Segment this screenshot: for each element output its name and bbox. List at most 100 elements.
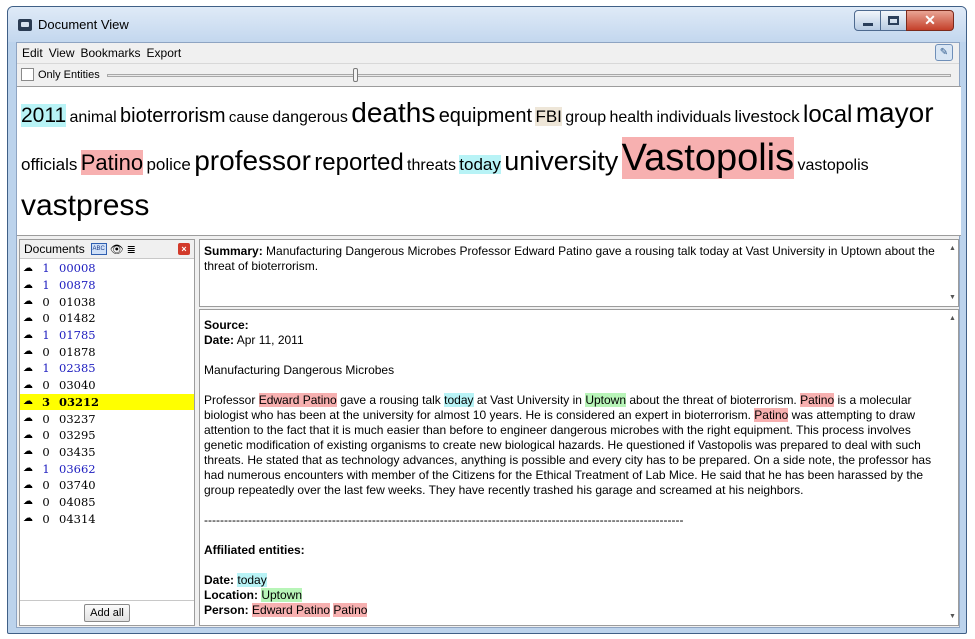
cloud-word[interactable]: deaths	[351, 97, 435, 128]
document-id: 03212	[59, 394, 100, 409]
cloud-word[interactable]: dangerous	[272, 109, 348, 126]
document-row[interactable]: ☁ 0 03295	[20, 427, 194, 444]
scroll-up-icon[interactable]: ▲	[948, 241, 957, 256]
cloud-word[interactable]: officials	[21, 155, 77, 174]
add-all-button[interactable]: Add all	[84, 604, 130, 622]
cloud-word[interactable]: bioterrorism	[120, 105, 226, 127]
close-button[interactable]: ✕	[906, 10, 954, 31]
scroll-down-icon[interactable]: ▼	[948, 609, 957, 624]
date-value: Apr 11, 2011	[236, 333, 304, 347]
aff-person-label: Person:	[204, 603, 249, 617]
cloud-word[interactable]: Patino	[80, 150, 144, 175]
entity-person[interactable]: Patino	[333, 603, 368, 617]
document-id: 01785	[59, 328, 96, 343]
bookmark-icon[interactable]: ✎	[935, 44, 953, 61]
close-icon[interactable]: ×	[178, 243, 190, 255]
entity-count: 1	[42, 328, 50, 343]
abc-sort-icon[interactable]: ABC	[90, 243, 107, 255]
cloud-word[interactable]: vastpress	[21, 189, 149, 222]
cloud-icon[interactable]: ☁	[23, 413, 37, 424]
entity-count: 0	[42, 378, 50, 393]
entity-date[interactable]: today	[237, 573, 267, 587]
document-row[interactable]: ☁ 1 03662	[20, 460, 194, 477]
cloud-icon[interactable]: ☁	[23, 430, 37, 441]
cloud-word[interactable]: cause	[229, 109, 269, 126]
document-row[interactable]: ☁ 0 01038	[20, 293, 194, 310]
cloud-word[interactable]: university	[504, 146, 618, 176]
eye-icon[interactable]: 👁	[110, 243, 124, 256]
cloud-word[interactable]: reported	[314, 149, 403, 176]
document-row[interactable]: ☁ 0 04085	[20, 494, 194, 511]
source-line: Source:	[204, 318, 944, 333]
cloud-word[interactable]: individuals	[656, 109, 731, 126]
entity-location[interactable]: Uptown	[585, 393, 627, 407]
menu-edit[interactable]: Edit	[22, 46, 43, 60]
scroll-down-icon[interactable]: ▼	[948, 290, 957, 305]
document-row[interactable]: ☁ 0 03740	[20, 477, 194, 494]
cloud-icon[interactable]: ☁	[23, 263, 37, 274]
cloud-word[interactable]: professor	[194, 145, 311, 176]
cloud-icon[interactable]: ☁	[23, 363, 37, 374]
cloud-icon[interactable]: ☁	[23, 480, 37, 491]
document-row[interactable]: ☁ 1 01785	[20, 327, 194, 344]
cloud-word[interactable]: Vastopolis	[621, 137, 795, 179]
document-row[interactable]: ☁ 3 03212	[20, 393, 194, 411]
cloud-icon[interactable]: ☁	[23, 313, 37, 324]
cloud-icon[interactable]: ☁	[23, 496, 37, 507]
document-row[interactable]: ☁ 1 00008	[20, 260, 194, 277]
window-content: Edit View Bookmarks Export ✎ Only Entiti…	[16, 42, 961, 628]
document-row[interactable]: ☁ 0 04314	[20, 510, 194, 527]
title-bar[interactable]: Document View ✕	[8, 7, 966, 42]
cloud-icon[interactable]: ☁	[23, 396, 37, 407]
cloud-word[interactable]: livestock	[735, 107, 800, 126]
cloud-word[interactable]: mayor	[856, 97, 934, 128]
cloud-word[interactable]: 2011	[21, 104, 67, 127]
slider-thumb[interactable]	[353, 68, 358, 82]
document-row[interactable]: ☁ 0 03040	[20, 377, 194, 394]
entity-location[interactable]: Uptown	[261, 588, 303, 602]
cloud-word[interactable]: vastopolis	[797, 157, 868, 174]
cloud-word[interactable]: threats	[407, 157, 456, 174]
cloud-icon[interactable]: ☁	[23, 296, 37, 307]
cloud-word[interactable]: FBI	[535, 107, 562, 126]
cloud-word[interactable]: local	[803, 101, 852, 128]
only-entities-label: Only Entities	[38, 68, 100, 81]
document-row[interactable]: ☁ 0 01482	[20, 310, 194, 327]
cloud-icon[interactable]: ☁	[23, 280, 37, 291]
cloud-icon[interactable]: ☁	[23, 380, 37, 391]
document-row[interactable]: ☁ 0 01878	[20, 343, 194, 360]
menu-view[interactable]: View	[49, 46, 75, 60]
document-row[interactable]: ☁ 1 00878	[20, 277, 194, 294]
cloud-word[interactable]: today	[459, 155, 501, 174]
document-id: 00878	[59, 278, 96, 293]
document-id: 02385	[59, 361, 96, 376]
entity-date[interactable]: today	[444, 393, 474, 407]
cloud-word[interactable]: health	[610, 109, 654, 126]
cloud-icon[interactable]: ☁	[23, 513, 37, 524]
only-entities-checkbox[interactable]	[21, 68, 34, 81]
cloud-word[interactable]: animal	[70, 109, 117, 126]
entity-count: 0	[42, 344, 50, 359]
cloud-word[interactable]: group	[565, 109, 606, 126]
cloud-icon[interactable]: ☁	[23, 446, 37, 457]
scroll-up-icon[interactable]: ▲	[948, 311, 957, 326]
document-row[interactable]: ☁ 0 03435	[20, 444, 194, 461]
entity-person[interactable]: Edward Patino	[258, 393, 337, 407]
document-row[interactable]: ☁ 1 02385	[20, 360, 194, 377]
entity-count: 0	[42, 478, 50, 493]
cloud-icon[interactable]: ☁	[23, 463, 37, 474]
cloud-icon[interactable]: ☁	[23, 346, 37, 357]
cloud-icon[interactable]: ☁	[23, 330, 37, 341]
entity-person[interactable]: Patino	[800, 393, 835, 407]
cloud-word[interactable]: equipment	[439, 105, 532, 127]
cloud-threshold-slider[interactable]	[107, 74, 951, 77]
menu-bookmarks[interactable]: Bookmarks	[80, 46, 140, 60]
entity-person[interactable]: Patino	[754, 408, 789, 422]
menu-export[interactable]: Export	[147, 46, 182, 60]
minimize-button[interactable]	[854, 10, 881, 31]
document-row[interactable]: ☁ 0 03237	[20, 410, 194, 427]
cloud-word[interactable]: police	[146, 155, 190, 174]
maximize-button[interactable]	[880, 10, 907, 31]
list-icon[interactable]: ≣	[127, 243, 136, 256]
entity-person[interactable]: Edward Patino	[252, 603, 331, 617]
